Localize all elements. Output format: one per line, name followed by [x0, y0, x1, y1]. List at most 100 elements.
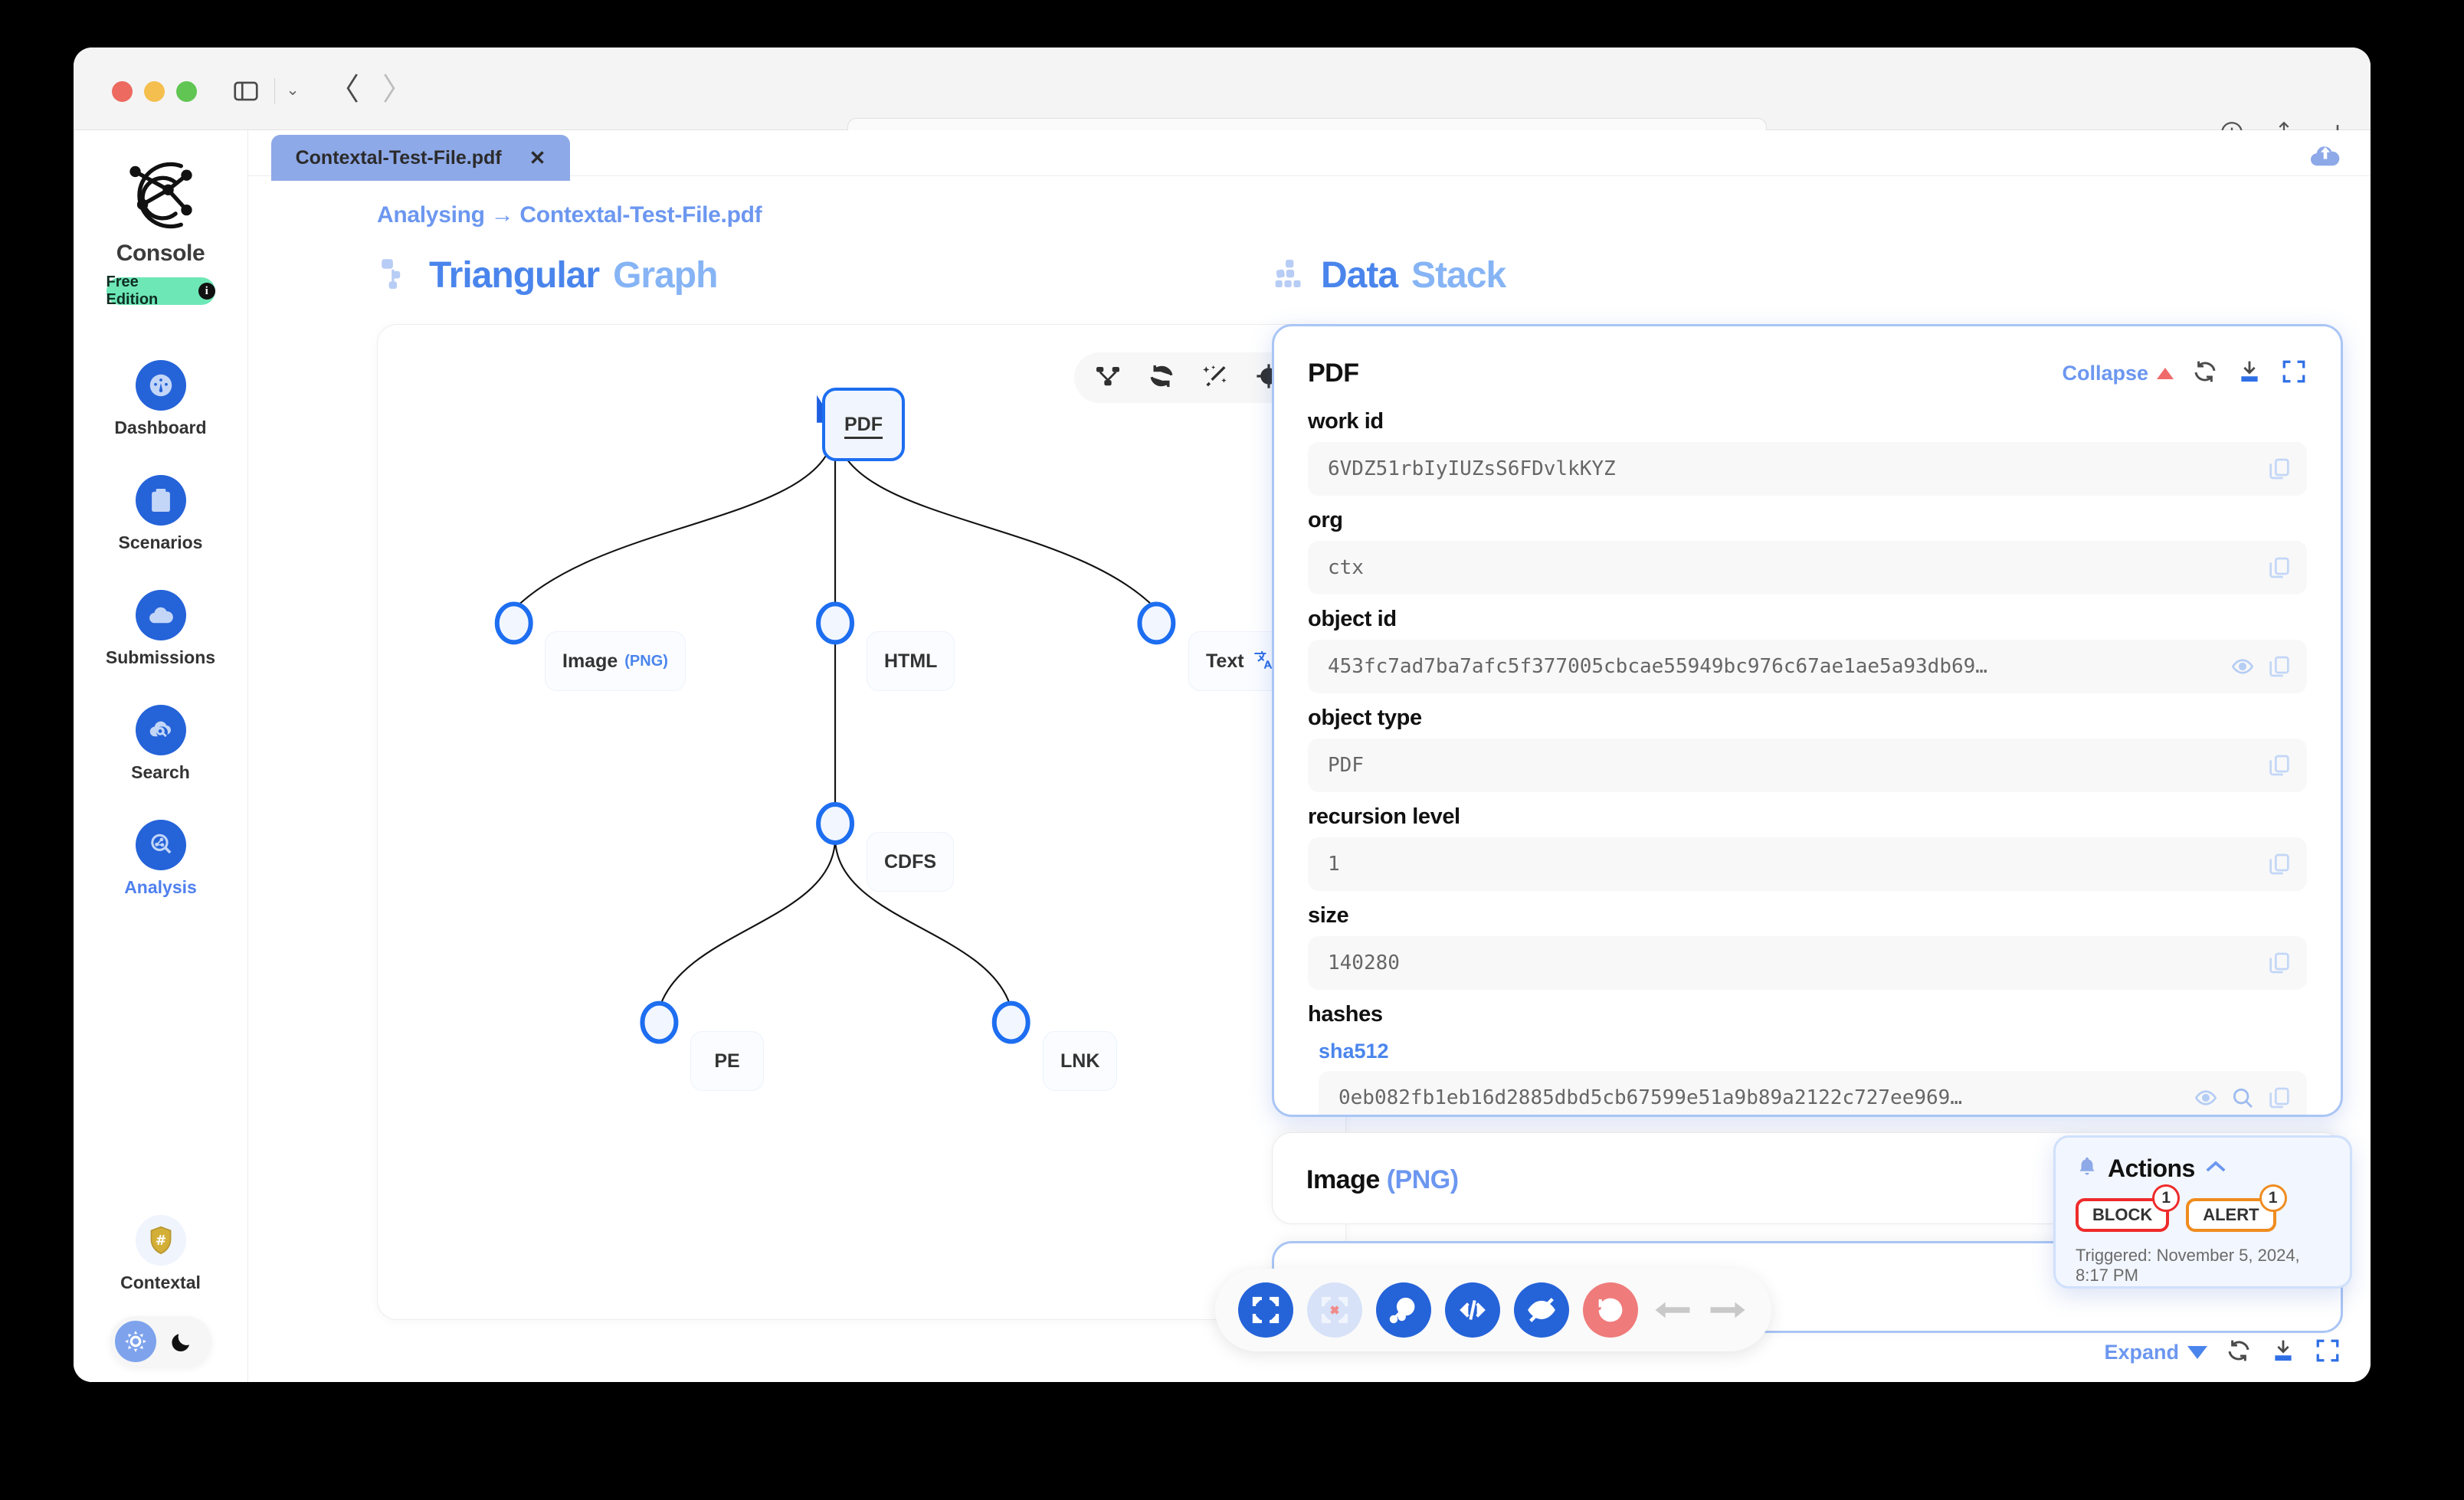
download-icon[interactable]	[2236, 359, 2262, 388]
expand-icon[interactable]	[2281, 359, 2307, 388]
close-icon[interactable]: ✕	[529, 146, 546, 170]
nav-forward-button[interactable]: 〉	[380, 72, 415, 107]
field-label: hashes	[1308, 1002, 2307, 1027]
actions-triggered-text: Triggered: November 5, 2024, 8:17 PM	[2076, 1246, 2330, 1285]
collapse-button[interactable]: Collapse	[2062, 362, 2174, 385]
graph-node-pe[interactable]: PE	[690, 1031, 764, 1091]
graph-node-lnk[interactable]: LNK	[1043, 1031, 1117, 1091]
graph-title-primary: Triangular	[429, 254, 599, 296]
badge-count: 1	[2259, 1184, 2287, 1212]
copy-icon[interactable]	[2267, 852, 2292, 876]
graph-panel-title: Triangular Graph	[377, 254, 1252, 296]
theme-toggle[interactable]	[110, 1316, 211, 1367]
cloud-upload-icon[interactable]	[2308, 139, 2343, 172]
chevron-down-icon[interactable]: ⌄	[282, 80, 303, 101]
copy-icon[interactable]	[2267, 555, 2292, 580]
status-badge-block[interactable]: BLOCK 1	[2076, 1198, 2169, 1232]
copy-icon[interactable]	[2267, 654, 2292, 679]
info-icon[interactable]: i	[198, 283, 215, 300]
card-actions: Collapse	[2062, 359, 2307, 388]
field-object-type: object type PDF	[1308, 706, 2307, 792]
window-close-button[interactable]	[112, 81, 133, 102]
copy-icon[interactable]	[2267, 1086, 2292, 1110]
copy-icon[interactable]	[2267, 457, 2292, 481]
collapse-label: Collapse	[2062, 362, 2148, 385]
shield-hash-icon: #	[136, 1215, 186, 1266]
refresh-icon[interactable]	[2192, 359, 2218, 388]
field-box[interactable]: 6VDZ51rbIyIUZsS6FDvlkKYZ	[1308, 442, 2307, 496]
edition-label: Free Edition	[106, 273, 193, 309]
expand-icon[interactable]	[2315, 1338, 2341, 1367]
page-body: Console Free Edition i Dashboard Scenari…	[74, 130, 2371, 1382]
nav-back-button[interactable]: 〈	[326, 72, 362, 107]
sidebar-item-dashboard[interactable]: Dashboard	[74, 360, 247, 438]
field-value: ctx	[1328, 556, 2255, 579]
svg-text:#: #	[155, 1233, 166, 1249]
graph-bottom-toolbar	[1215, 1269, 1771, 1351]
stack-card-pdf[interactable]: PDF Collapse	[1272, 324, 2343, 1117]
field-label: object id	[1308, 607, 2307, 632]
chevron-up-icon[interactable]	[2204, 1158, 2227, 1179]
hash-key-sha512[interactable]: sha512	[1319, 1040, 2307, 1063]
code-icon[interactable]	[1445, 1282, 1500, 1338]
field-label: recursion level	[1308, 804, 2307, 830]
field-value: 0eb082fb1eb16d2885dbd5cb67599e51a9b89a21…	[1338, 1086, 2181, 1109]
window-minimize-button[interactable]	[144, 81, 165, 102]
content-columns: Triangular Graph	[248, 254, 2371, 1333]
copy-icon[interactable]	[2267, 951, 2292, 975]
card-actions: Expand	[2104, 1338, 2341, 1367]
field-value: 453fc7ad7ba7afc5f377005cbcae55949bc976c6…	[1328, 655, 2218, 678]
graph-node-label: HTML	[884, 650, 937, 673]
sidebar-item-label: Contextal	[120, 1272, 201, 1293]
field-box[interactable]: 140280	[1308, 936, 2307, 990]
field-box[interactable]: PDF	[1308, 739, 2307, 792]
graph-node-label: LNK	[1060, 1050, 1099, 1073]
arrow-left-icon[interactable]	[1652, 1289, 1693, 1331]
fullscreen-icon[interactable]	[1238, 1282, 1293, 1338]
card-header: PDF Collapse	[1308, 349, 2307, 397]
moon-icon[interactable]	[161, 1321, 202, 1362]
reset-icon[interactable]	[1583, 1282, 1638, 1338]
sidebar-item-contextal[interactable]: # Contextal	[74, 1215, 247, 1293]
sun-icon[interactable]	[115, 1321, 156, 1362]
field-box[interactable]: 1	[1308, 837, 2307, 891]
eye-icon[interactable]	[2194, 1086, 2218, 1110]
tab-contextal-test-file[interactable]: Contextal-Test-File.pdf ✕	[271, 135, 570, 181]
graph-node-pdf[interactable]: PDF	[822, 388, 905, 461]
actions-popup[interactable]: Actions BLOCK 1 ALERT	[2053, 1135, 2352, 1289]
graph-node-label: PDF	[844, 414, 883, 436]
edition-badge[interactable]: Free Edition i	[106, 277, 215, 305]
hide-eye-icon[interactable]	[1514, 1282, 1569, 1338]
exit-fullscreen-icon[interactable]	[1307, 1282, 1362, 1338]
sidebar-item-scenarios[interactable]: Scenarios	[74, 475, 247, 553]
cloud-upload-icon	[136, 590, 186, 640]
actions-badges: BLOCK 1 ALERT 1	[2076, 1192, 2330, 1232]
sidebar-nav: Dashboard Scenarios Submissions	[74, 360, 247, 898]
stack-icon	[1272, 256, 1307, 295]
eye-icon[interactable]	[2230, 654, 2255, 679]
expand-button[interactable]: Expand	[2104, 1341, 2207, 1364]
field-value: PDF	[1328, 754, 2255, 777]
field-box[interactable]: 0eb082fb1eb16d2885dbd5cb67599e51a9b89a21…	[1319, 1071, 2307, 1117]
copy-icon[interactable]	[2267, 753, 2292, 778]
download-icon[interactable]	[2270, 1338, 2296, 1367]
field-box[interactable]: ctx	[1308, 541, 2307, 594]
status-badge-alert[interactable]: ALERT 1	[2186, 1198, 2276, 1232]
refresh-icon[interactable]	[2226, 1338, 2252, 1367]
card-title: Image (PNG)	[1306, 1165, 1459, 1195]
window-maximize-button[interactable]	[176, 81, 197, 102]
graph-node-html[interactable]: HTML	[867, 631, 955, 691]
arrow-right-icon[interactable]	[1707, 1289, 1748, 1331]
graph-canvas[interactable]: PDF Image (PNG) HTML Text	[377, 324, 1346, 1320]
breadcrumb[interactable]: Analysing → Contextal-Test-File.pdf	[377, 202, 2371, 228]
search-icon[interactable]	[2230, 1086, 2255, 1110]
sidebar-item-submissions[interactable]: Submissions	[74, 590, 247, 668]
graph-column: Triangular Graph	[248, 254, 1252, 1333]
sidebar-toggle-icon[interactable]	[230, 77, 262, 106]
sidebar-item-search[interactable]: Search	[74, 705, 247, 783]
field-box[interactable]: 453fc7ad7ba7afc5f377005cbcae55949bc976c6…	[1308, 640, 2307, 693]
node-search-icon[interactable]	[1376, 1282, 1431, 1338]
graph-node-cdfs[interactable]: CDFS	[867, 832, 954, 892]
graph-node-image[interactable]: Image (PNG)	[545, 631, 686, 691]
sidebar-item-analysis[interactable]: Analysis	[74, 820, 247, 898]
